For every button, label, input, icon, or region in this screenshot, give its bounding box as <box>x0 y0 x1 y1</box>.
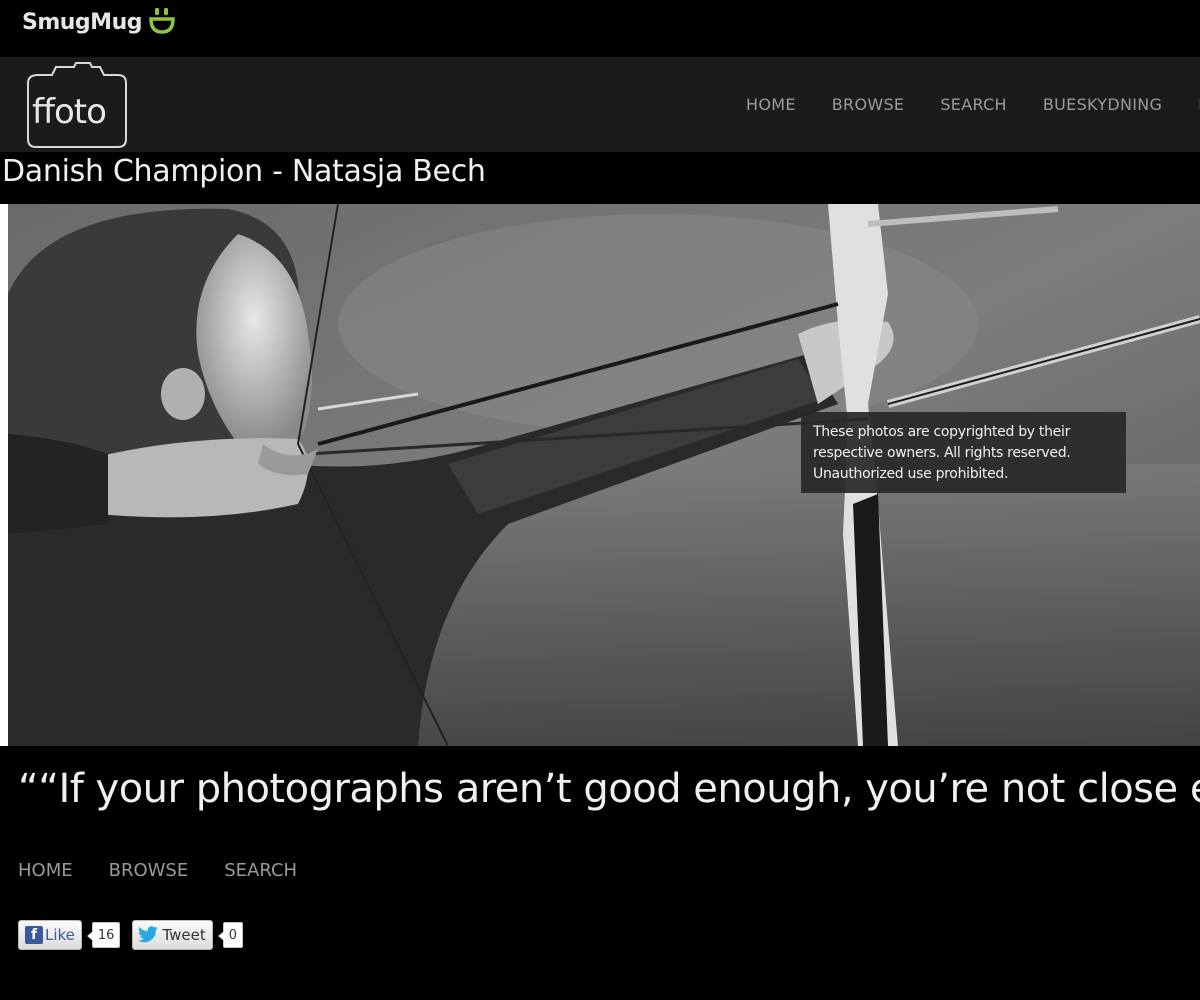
nav-search[interactable]: SEARCH <box>940 95 1007 114</box>
ffoto-logo[interactable]: ffoto <box>22 61 132 149</box>
smugmug-wordmark: SmugMug <box>22 9 142 35</box>
twitter-bird-icon <box>138 926 159 943</box>
tweet-count: 0 <box>217 922 244 948</box>
like-count: 16 <box>86 922 121 948</box>
site-header: ffoto HOME BROWSE SEARCH BUESKYDNING N <box>0 57 1200 152</box>
tweet-button[interactable]: Tweet <box>132 920 213 950</box>
copyright-line: These photos are copyrighted by their <box>813 424 1071 440</box>
photo-border <box>0 204 8 746</box>
copyright-line: respective owners. All rights reserved. <box>813 445 1071 461</box>
footer-nav-home[interactable]: HOME <box>18 860 73 881</box>
facebook-icon: f <box>25 926 43 944</box>
nav-home[interactable]: HOME <box>746 95 796 114</box>
ffoto-logo-text: ffoto <box>32 92 106 132</box>
footer-nav-search[interactable]: SEARCH <box>224 860 297 881</box>
smugmug-bar: SmugMug <box>0 0 1200 56</box>
footer-nav-browse[interactable]: BROWSE <box>109 860 189 881</box>
smugmug-logo[interactable]: SmugMug <box>22 6 176 38</box>
social-buttons: f Like 16 Tweet 0 <box>18 920 244 950</box>
main-nav: HOME BROWSE SEARCH BUESKYDNING N <box>746 95 1200 114</box>
nav-bueskydning[interactable]: BUESKYDNING <box>1043 95 1162 114</box>
footer-nav: HOME BROWSE SEARCH <box>18 860 333 881</box>
copyright-notice: These photos are copyrighted by their re… <box>801 412 1126 493</box>
tweet-label: Tweet <box>162 926 206 944</box>
photo-caption-quote: ““If your photographs aren’t good enough… <box>18 766 1200 812</box>
smugmug-face-icon <box>149 8 175 34</box>
like-label: Like <box>45 926 75 944</box>
nav-browse[interactable]: BROWSE <box>832 95 905 114</box>
page-title: Danish Champion - Natasja Bech <box>2 154 486 189</box>
facebook-like-button[interactable]: f Like <box>18 920 82 950</box>
copyright-line: Unauthorized use prohibited. <box>813 466 1009 482</box>
